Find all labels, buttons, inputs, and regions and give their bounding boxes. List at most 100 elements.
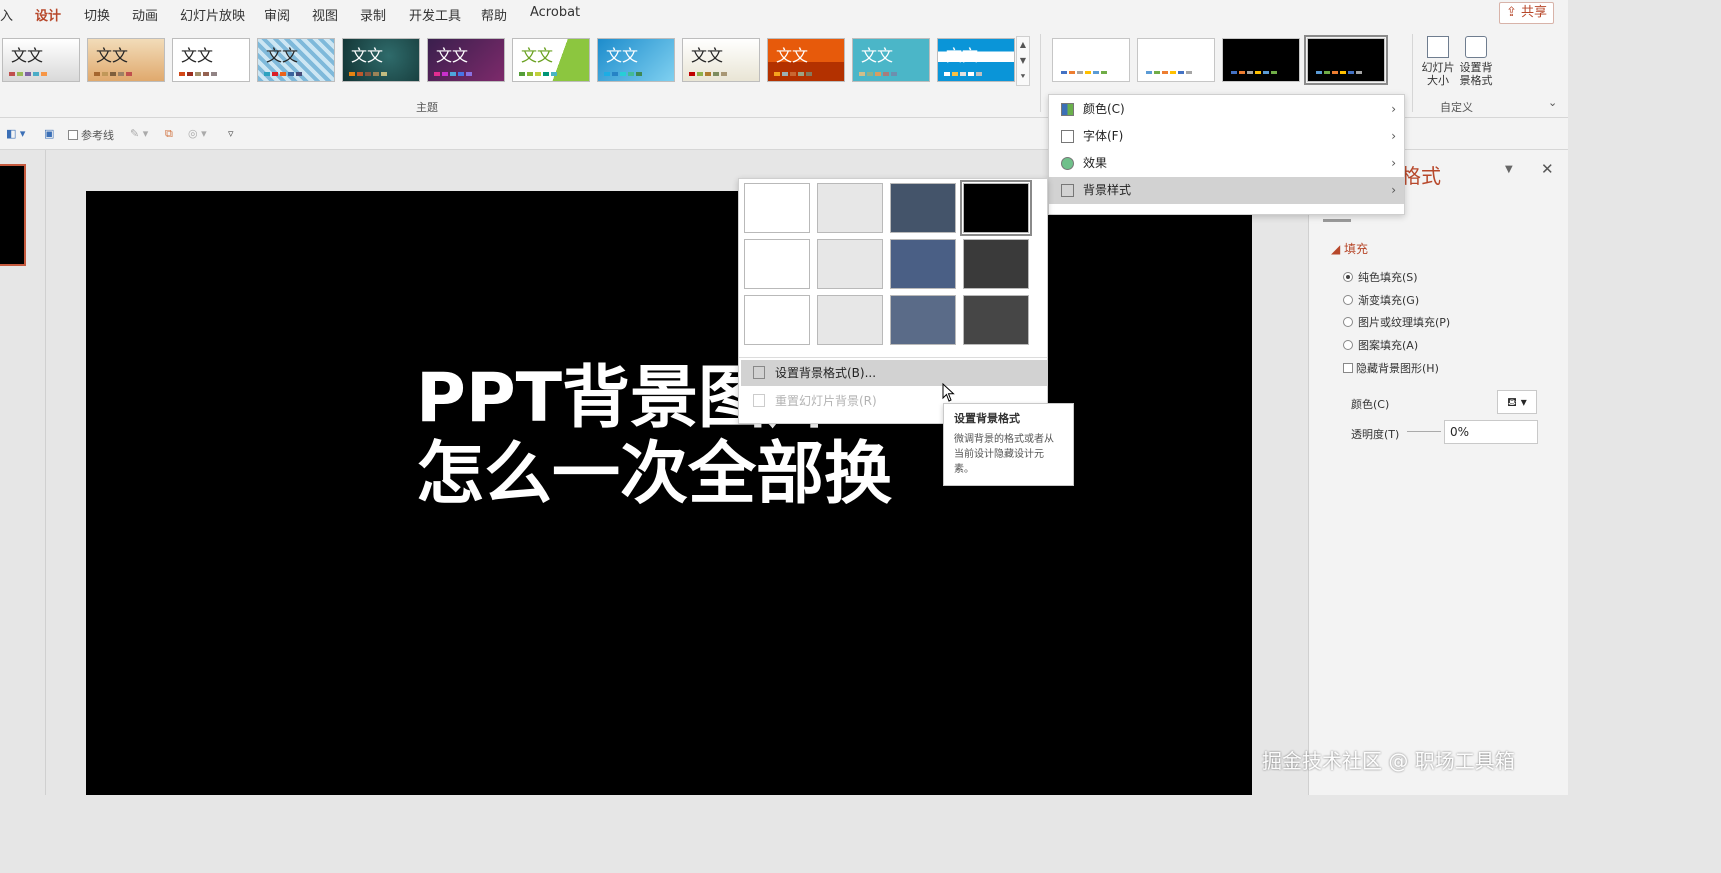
menu-item-background-styles[interactable]: 背景样式 › [1049,177,1404,204]
slide-size-label: 幻灯片大小 [1421,61,1455,87]
theme-thumbnail[interactable]: 文文 [512,38,590,82]
tab-view[interactable]: 视图 [312,5,338,24]
option-label: 隐藏背景图形(H) [1356,362,1439,375]
gradient-fill-option[interactable]: 渐变填充(G) [1343,292,1419,308]
tab-insert-partial[interactable]: 入 [0,5,13,24]
tab-developer[interactable]: 开发工具 [409,5,461,24]
transparency-slider[interactable] [1407,431,1441,432]
theme-glyph: 文文 [96,46,129,65]
theme-thumbnail[interactable]: 文文 [342,38,420,82]
slide-canvas[interactable]: PPT背景图片 怎么一次全部换 [86,191,1252,795]
background-style-swatch[interactable] [744,239,810,289]
fill-section-header[interactable]: ◢ 填充 [1331,240,1368,257]
chevron-up-icon[interactable]: ▲ [1017,37,1029,53]
tab-review[interactable]: 审阅 [264,5,290,24]
tab-animations[interactable]: 动画 [132,5,158,24]
pane-options-icon[interactable]: ▼ [1505,164,1513,175]
background-style-swatch[interactable] [963,295,1029,345]
background-style-swatch[interactable] [817,183,883,233]
tab-record[interactable]: 录制 [360,5,386,24]
background-style-swatch[interactable] [890,183,956,233]
background-style-swatch[interactable] [890,295,956,345]
menu-item-fonts[interactable]: 字体(F) › [1049,123,1404,150]
chevron-right-icon: › [1391,102,1396,116]
color-label: 颜色(C) [1351,398,1390,411]
theme-thumbnail[interactable]: 文文 [87,38,165,82]
variant-thumbnail[interactable] [1052,38,1130,82]
group-divider [1412,34,1413,112]
slide-thumbnail[interactable] [0,164,26,266]
theme-thumbnail[interactable]: 文文 [937,38,1015,82]
slide-size-icon [1427,36,1449,58]
tab-help[interactable]: 帮助 [481,5,507,24]
theme-thumbnail[interactable]: 文文 [257,38,335,82]
pen-icon[interactable]: ✎ ▾ [130,127,148,140]
hide-bg-graphics-checkbox[interactable]: 隐藏背景图形(H) [1343,360,1439,376]
theme-thumbnail[interactable]: 文文 [682,38,760,82]
background-style-swatch[interactable] [744,295,810,345]
variant-thumbnail[interactable] [1137,38,1215,82]
close-icon[interactable]: ✕ [1541,160,1554,178]
pane-title: 格式 [1401,164,1441,188]
radio-icon [1343,272,1353,282]
pattern-fill-option[interactable]: 图案填充(A) [1343,337,1418,353]
tab-acrobat[interactable]: Acrobat [530,5,580,20]
gallery-more-icon[interactable]: ⯆ [1017,69,1029,85]
chevron-right-icon: › [1391,183,1396,197]
format-background-button[interactable]: 设置背景格式 [1456,36,1496,87]
menu-item-colors[interactable]: 颜色(C) › [1049,96,1404,123]
textbox-icon[interactable]: ▣ [44,127,54,140]
shape-fill-icon[interactable]: ◎ ▾ [188,127,207,140]
tooltip-title: 设置背景格式 [954,412,1020,425]
theme-thumbnail[interactable]: 文文 [597,38,675,82]
share-button[interactable]: ⇪ 共享 [1498,2,1554,24]
theme-glyph: 文文 [266,46,299,65]
customize-qat-icon[interactable]: ▿ [228,127,234,140]
chevron-down-icon[interactable]: ▼ [1017,53,1029,69]
watermark: 掘金技术社区 @ 职场工具箱 [1262,749,1515,773]
variant-thumbnail-selected[interactable] [1304,35,1388,85]
tab-transitions[interactable]: 切换 [84,5,110,24]
fill-color-button[interactable]: ⛾ ▾ [1497,390,1537,414]
radio-icon [1343,317,1353,327]
collapse-ribbon-icon[interactable]: ⌄ [1548,96,1557,109]
theme-gallery-scroll[interactable]: ▲ ▼ ⯆ [1016,36,1030,86]
tab-slideshow[interactable]: 幻灯片放映 [180,5,245,24]
transparency-input[interactable]: 0% [1444,420,1538,444]
picture-fill-option[interactable]: 图片或纹理填充(P) [1343,314,1450,330]
menu-divider [739,357,1047,358]
menu-item-label: 背景样式 [1083,183,1132,197]
radio-icon [1343,340,1353,350]
format-background-pane: 格式 ▼ ✕ ◢ 填充 纯色填充(S) 渐变填充(G) 图片或纹理填充(P) 图… [1308,150,1568,795]
arrange-icon[interactable]: ⧉ [165,127,173,141]
paint-bucket-icon: ⛾ ▾ [1507,395,1527,409]
theme-thumbnail[interactable]: 文文 [2,38,80,82]
background-style-swatch[interactable] [744,183,810,233]
background-style-swatch[interactable] [963,239,1029,289]
background-style-swatch[interactable] [817,295,883,345]
theme-thumbnail[interactable]: 文文 [172,38,250,82]
colors-icon [1061,103,1074,116]
slide-thumbnails-pane [0,150,46,795]
theme-glyph: 文文 [691,46,724,65]
theme-thumbnail[interactable]: 文文 [427,38,505,82]
background-styles-submenu: 设置背景格式(B)... 重置幻灯片背景(R) [738,178,1048,424]
format-background-menu-item[interactable]: 设置背景格式(B)... [741,360,1047,386]
tab-design[interactable]: 设计 [35,5,62,30]
shapes-icon[interactable]: ◧ ▾ [6,127,25,140]
solid-fill-option[interactable]: 纯色填充(S) [1343,269,1418,285]
share-label: 共享 [1520,5,1547,20]
theme-thumbnail[interactable]: 文文 [767,38,845,82]
guides-checkbox[interactable]: 参考线 [68,127,114,143]
background-style-swatch[interactable] [817,239,883,289]
theme-glyph: 文文 [436,46,469,65]
slide-size-button[interactable]: 幻灯片大小 [1418,36,1458,87]
background-style-swatch[interactable] [890,239,956,289]
theme-thumbnail[interactable]: 文文 [852,38,930,82]
variant-thumbnail[interactable] [1222,38,1300,82]
background-style-swatch[interactable] [960,180,1032,236]
fonts-icon [1061,130,1074,143]
ribbon-tab-bar: 入 设计 切换 动画 幻灯片放映 审阅 视图 录制 开发工具 帮助 Acroba… [0,0,1568,30]
menu-item-label: 设置背景格式(B)... [775,366,877,380]
menu-item-effects[interactable]: 效果 › [1049,150,1404,177]
